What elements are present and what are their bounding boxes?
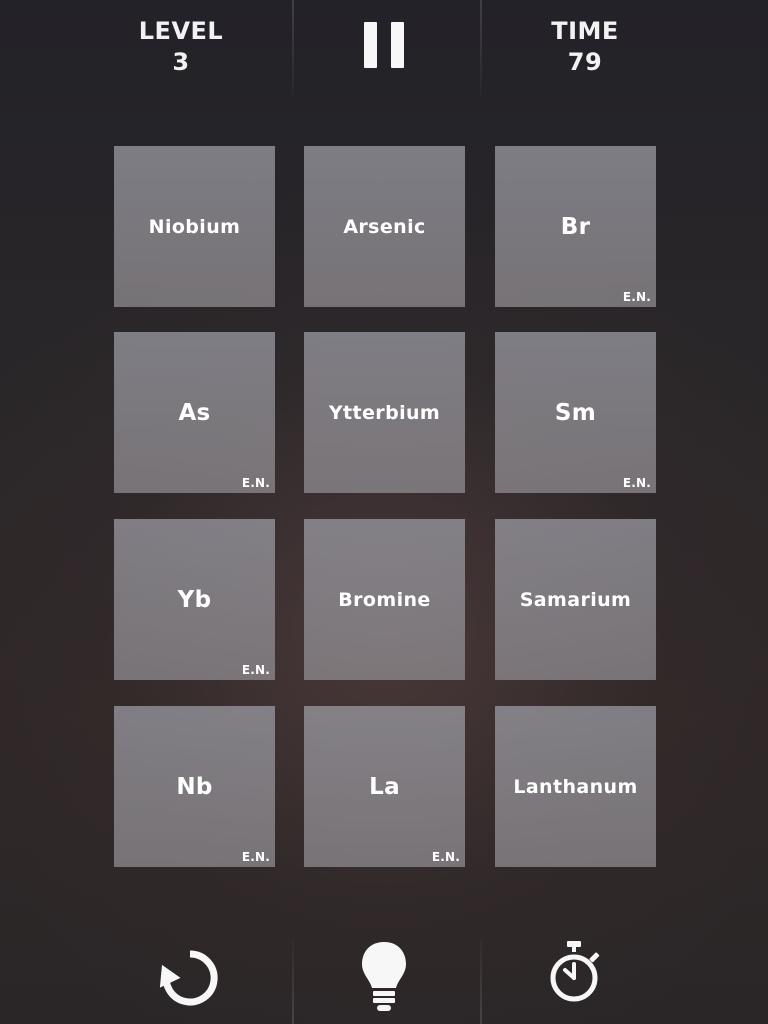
stopwatch-icon (550, 941, 600, 1002)
tile-6[interactable]: Sm E.N. (495, 332, 656, 493)
tile-11-text: La (369, 773, 400, 800)
pause-button[interactable] (364, 22, 404, 68)
level-label: LEVEL (138, 17, 224, 45)
tile-9[interactable]: Samarium (495, 519, 656, 680)
header-divider-right (480, 0, 482, 96)
time-display: TIME 79 (525, 16, 645, 78)
time-value: 79 (567, 48, 603, 76)
tile-4-text: As (178, 399, 211, 426)
bottom-bar (0, 940, 768, 1024)
tile-6-text: Sm (554, 399, 597, 426)
tile-11-tag: E.N. (431, 850, 460, 864)
tile-2[interactable]: Arsenic (304, 146, 465, 307)
tile-2-text: Arsenic (343, 215, 426, 238)
tile-4[interactable]: As E.N. (114, 332, 275, 493)
lightbulb-icon (362, 942, 406, 1011)
tile-5-text: Ytterbium (328, 401, 441, 424)
tile-11[interactable]: La E.N. (304, 706, 465, 867)
tile-3-tag: E.N. (622, 290, 651, 304)
time-label: TIME (551, 17, 619, 45)
tile-10[interactable]: Nb E.N. (114, 706, 275, 867)
tile-1[interactable]: Niobium (114, 146, 275, 307)
level-value: 3 (172, 48, 190, 76)
top-bar: LEVEL 3 TIME 79 (0, 0, 768, 96)
tile-12[interactable]: Lanthanum (495, 706, 656, 867)
tile-10-tag: E.N. (241, 850, 270, 864)
tile-5[interactable]: Ytterbium (304, 332, 465, 493)
footer-divider-left (292, 940, 294, 1024)
tile-12-text: Lanthanum (513, 775, 638, 798)
tile-7-tag: E.N. (241, 663, 270, 677)
tile-8-text: Bromine (338, 588, 431, 611)
tile-3[interactable]: Br E.N. (495, 146, 656, 307)
tile-10-text: Nb (176, 773, 213, 800)
tile-4-tag: E.N. (241, 476, 270, 490)
header-divider-left (292, 0, 294, 96)
restart-button[interactable] (150, 940, 230, 1020)
tile-8[interactable]: Bromine (304, 519, 465, 680)
restart-icon (159, 950, 218, 1006)
time-bonus-button[interactable] (534, 940, 614, 1020)
footer-divider-right (480, 940, 482, 1024)
level-display: LEVEL 3 (121, 16, 241, 78)
tile-6-tag: E.N. (622, 476, 651, 490)
tile-9-text: Samarium (519, 588, 632, 611)
tile-1-text: Niobium (148, 215, 241, 238)
tile-3-text: Br (560, 213, 591, 240)
tile-7[interactable]: Yb E.N. (114, 519, 275, 680)
hint-button[interactable] (344, 940, 424, 1020)
tile-7-text: Yb (177, 586, 212, 613)
